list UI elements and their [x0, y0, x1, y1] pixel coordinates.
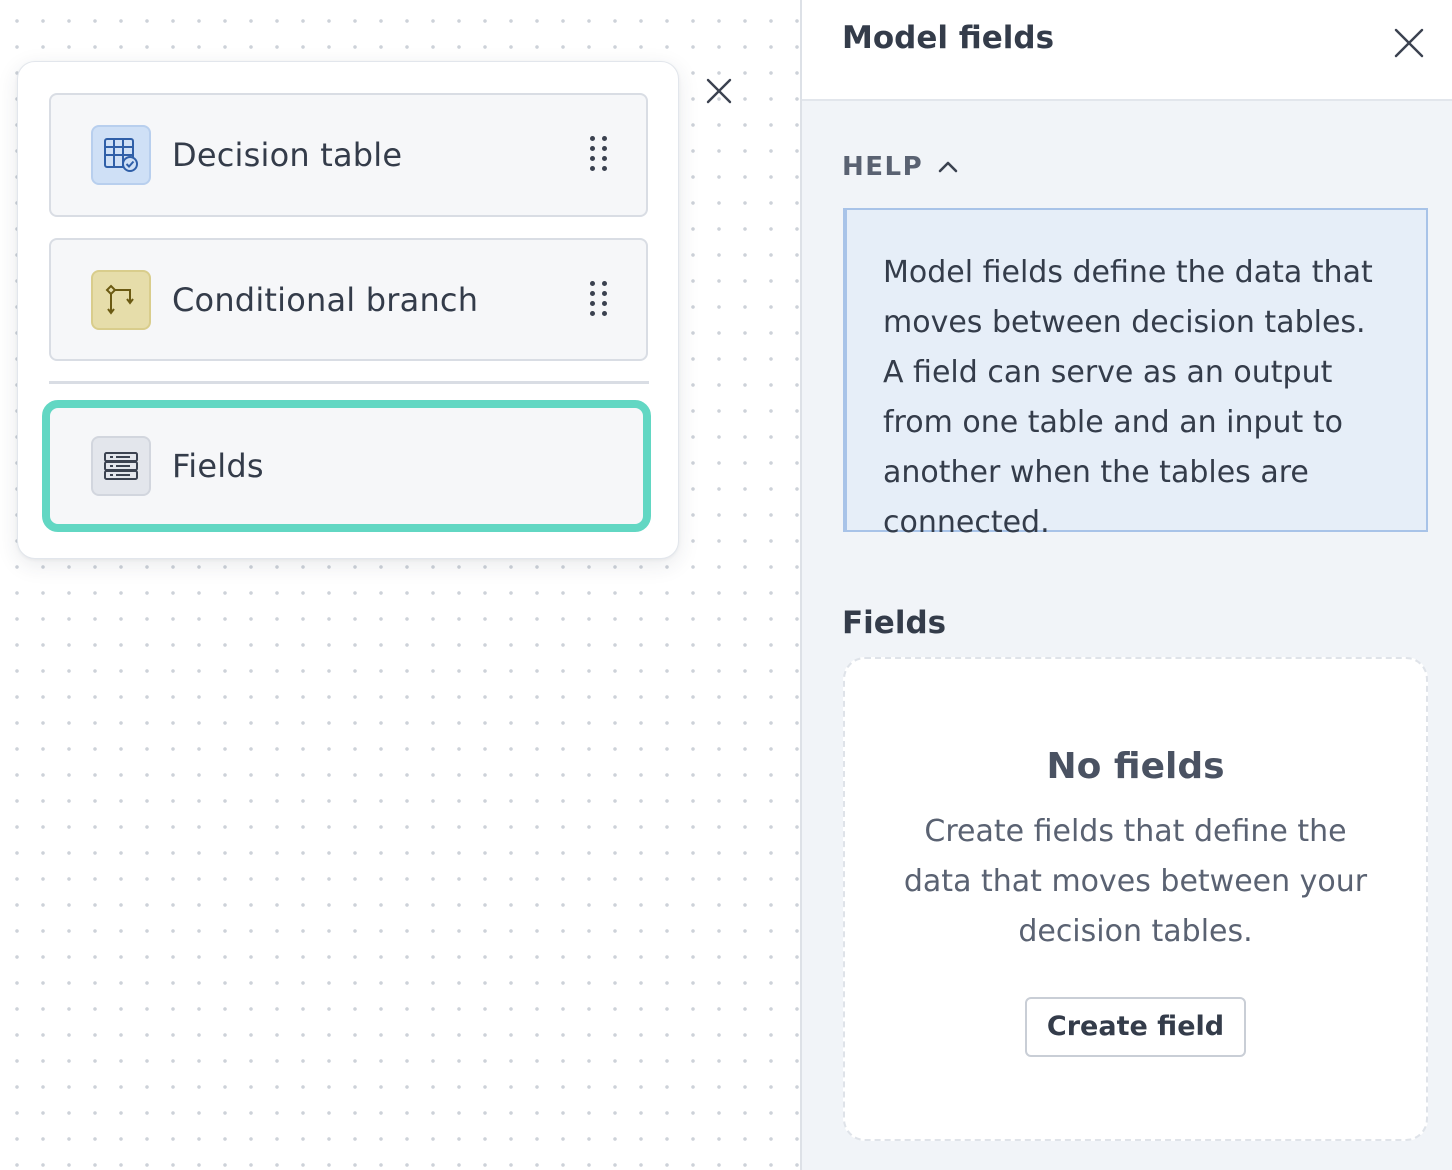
close-palette-button[interactable] — [703, 75, 735, 107]
close-icon — [706, 78, 732, 104]
fields-icon — [91, 436, 151, 496]
model-canvas[interactable]: Decision table Conditional branch Fields — [0, 0, 800, 1170]
block-label: Fields — [172, 447, 264, 485]
palette-item-fields[interactable]: Fields — [42, 400, 651, 532]
decision-table-icon — [91, 125, 151, 185]
chevron-up-icon — [937, 156, 959, 178]
panel-header: Model fields — [802, 0, 1452, 101]
block-label: Conditional branch — [172, 280, 479, 319]
empty-state-title: No fields — [1046, 746, 1225, 787]
close-panel-button[interactable] — [1390, 24, 1428, 62]
help-label: HELP — [842, 152, 924, 182]
fields-heading: Fields — [842, 605, 947, 641]
palette-divider — [49, 381, 649, 384]
help-box: Model fields define the data that moves … — [843, 208, 1428, 540]
help-toggle[interactable]: HELP — [842, 152, 959, 182]
block-label: Decision table — [172, 136, 403, 174]
create-field-button[interactable]: Create field — [1024, 997, 1247, 1057]
empty-state-description: Create fields that define the data that … — [903, 814, 1368, 949]
palette-item-decision-table[interactable]: Decision table — [49, 93, 648, 217]
drag-handle-icon[interactable] — [590, 280, 608, 319]
palette-item-conditional-branch[interactable]: Conditional branch — [49, 238, 648, 361]
drag-handle-icon[interactable] — [590, 136, 608, 174]
model-fields-panel: Model fields HELP Model fields define th… — [800, 0, 1452, 1170]
block-palette: Decision table Conditional branch Fields — [17, 61, 679, 559]
fields-empty-state: No fields Create fields that define the … — [843, 657, 1428, 1141]
help-text: Model fields define the data that moves … — [883, 255, 1373, 540]
panel-title: Model fields — [842, 20, 1055, 56]
app-root: Decision table Conditional branch Fields… — [0, 0, 1452, 1170]
close-icon — [1394, 28, 1424, 58]
conditional-branch-icon — [91, 269, 151, 330]
